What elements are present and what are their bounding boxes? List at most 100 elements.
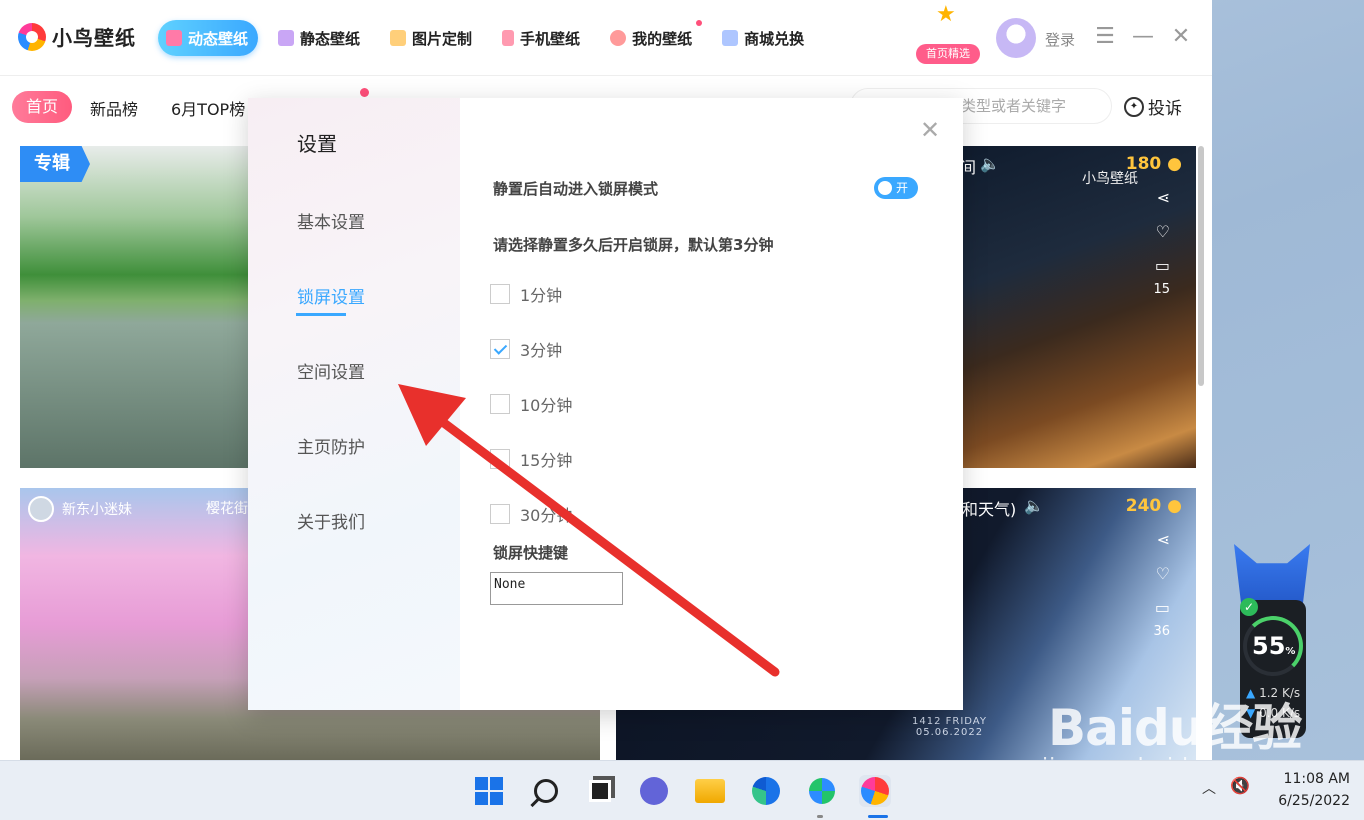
edge-icon [752,777,780,805]
tab-top-list[interactable]: 6月TOP榜 [171,96,245,120]
menu-homepage-protect[interactable]: 主页防护 [297,433,365,458]
nav-dynamic-wallpaper[interactable]: 动态壁纸 [158,20,259,56]
app-top-bar: 小鸟壁纸 动态壁纸 静态壁纸 图片定制 手机壁纸 我的壁纸 商城兑换 ★ 首页精… [0,0,1212,76]
volume-mute-icon[interactable]: 🔇 [1230,776,1250,795]
percent-unit: % [1285,646,1296,657]
star-icon: ★ [936,2,956,27]
card-label: 间 [962,158,977,177]
caption-line: 05.06.2022 [915,727,984,738]
active-menu-indicator [296,313,346,316]
featured-mascot[interactable]: ★ 首页精选 [916,2,982,66]
album-tag: 专辑 [20,146,90,182]
tab-new-list[interactable]: 新品榜 [90,96,138,120]
scrollbar-thumb[interactable] [1198,146,1204,386]
nav-shop-exchange[interactable]: 商城兑换 [714,20,814,56]
diy-icon [390,30,407,46]
option-label: 15分钟 [520,451,573,470]
file-explorer[interactable] [694,775,726,807]
play-icon [166,30,182,46]
xbox-app[interactable] [806,775,838,807]
nav-static-wallpaper[interactable]: 静态壁纸 [270,20,370,56]
edge-browser[interactable] [750,775,782,807]
card-author[interactable]: 新东小迷妹 [28,496,132,522]
option-1-minute[interactable]: 1分钟 [490,282,562,306]
menu-lock-screen-settings[interactable]: 锁屏设置 [297,283,365,308]
image-icon [278,30,295,46]
sound-icon[interactable]: 🔈 [1024,496,1044,515]
checkbox-checked[interactable] [490,339,510,359]
settings-dialog: 设置 基本设置 锁屏设置 空间设置 主页防护 关于我们 ✕ 静置后自动进入锁屏模… [248,98,963,710]
taskbar-search[interactable] [530,775,562,807]
tab-home[interactable]: 首页 [12,91,72,123]
nav-my-wallpaper[interactable]: 我的壁纸 [602,20,703,56]
chat-icon [640,777,668,805]
option-10-minutes[interactable]: 10分钟 [490,392,572,416]
nav-label: 手机壁纸 [520,29,581,48]
close-icon[interactable]: ✕ [920,116,940,144]
notification-dot [360,88,369,97]
share-icon[interactable]: ⋖ [1157,188,1170,207]
clock-date: 6/25/2022 [1278,793,1350,809]
close-window-icon[interactable]: ✕ [1168,24,1194,50]
auto-lock-label: 静置后自动进入锁屏模式 [493,180,659,198]
share-icon[interactable]: ⋖ [1157,530,1170,549]
option-15-minutes[interactable]: 15分钟 [490,447,572,471]
caption-line: 1412 FRIDAY [912,716,987,727]
user-avatar[interactable] [996,18,1036,58]
checkbox[interactable] [490,284,510,304]
coin-icon: ● [1167,154,1182,174]
sound-icon[interactable]: 🔈 [980,154,1000,173]
wallpaper-card-bedroom[interactable]: 间 🔈 180 ● 小鸟壁纸 ⋖ ♡ ▭ 15 [962,146,1196,468]
wallpaper-app-taskbar[interactable] [859,775,891,807]
active-indicator [868,815,888,818]
start-button[interactable] [473,775,505,807]
task-view[interactable] [584,775,616,807]
option-30-minutes[interactable]: 30分钟 [490,502,572,526]
option-label: 10分钟 [520,396,573,415]
nav-label: 静态壁纸 [300,29,361,48]
comment-count: 36 [1153,624,1170,639]
wallpaper-card-lake[interactable]: 专辑 [20,146,250,468]
comment-icon[interactable]: ▭ [1155,598,1170,617]
chevron-up-icon[interactable]: ︿ [1202,778,1216,798]
comment-icon[interactable]: ▭ [1155,256,1170,275]
login-link[interactable]: 登录 [1045,29,1075,50]
percent-value: 55 [1252,632,1286,660]
idle-prompt: 请选择静置多久后开启锁屏，默认第3分钟 [493,236,774,254]
nav-phone-wallpaper[interactable]: 手机壁纸 [494,20,590,56]
dialog-title: 设置 [297,132,337,156]
app-brand-name: 小鸟壁纸 [52,26,136,50]
app-logo[interactable]: 小鸟壁纸 [18,22,136,51]
nav-label: 图片定制 [412,29,473,48]
bird-logo-icon [18,22,46,51]
card-caption: 1412 FRIDAY 05.06.2022 [912,716,987,738]
price-value: 240 [1125,496,1162,516]
checkbox[interactable] [490,449,510,469]
shortcut-input[interactable]: None [490,572,623,605]
shop-icon [722,30,739,46]
card-label: 和天气) [962,500,1017,519]
nav-label: 动态壁纸 [188,29,249,48]
checkbox[interactable] [490,394,510,414]
menu-basic-settings[interactable]: 基本设置 [297,208,365,233]
featured-tag: 首页精选 [916,44,980,64]
complain-button[interactable]: ✦ 投诉 [1124,94,1182,119]
teams-chat[interactable] [638,775,670,807]
auto-lock-toggle[interactable]: 开 [874,177,918,199]
author-avatar [28,496,54,522]
checkbox[interactable] [490,504,510,524]
check-icon: ✓ [1240,598,1258,616]
option-3-minutes[interactable]: 3分钟 [490,337,562,361]
menu-about-us[interactable]: 关于我们 [297,508,365,533]
folder-icon [695,779,725,803]
clock-time: 11:08 AM [1283,771,1350,787]
heart-icon[interactable]: ♡ [1156,564,1170,583]
coin-icon: ● [1167,496,1182,516]
menu-space-settings[interactable]: 空间设置 [297,358,365,383]
heart-icon[interactable]: ♡ [1156,222,1170,241]
system-clock[interactable]: 11:08 AM 6/25/2022 [1270,768,1350,812]
card-title: 樱花街 [206,501,248,517]
nav-image-custom[interactable]: 图片定制 [382,20,482,56]
minimize-icon[interactable]: — [1130,24,1156,50]
menu-icon[interactable]: ☰ [1092,24,1118,50]
